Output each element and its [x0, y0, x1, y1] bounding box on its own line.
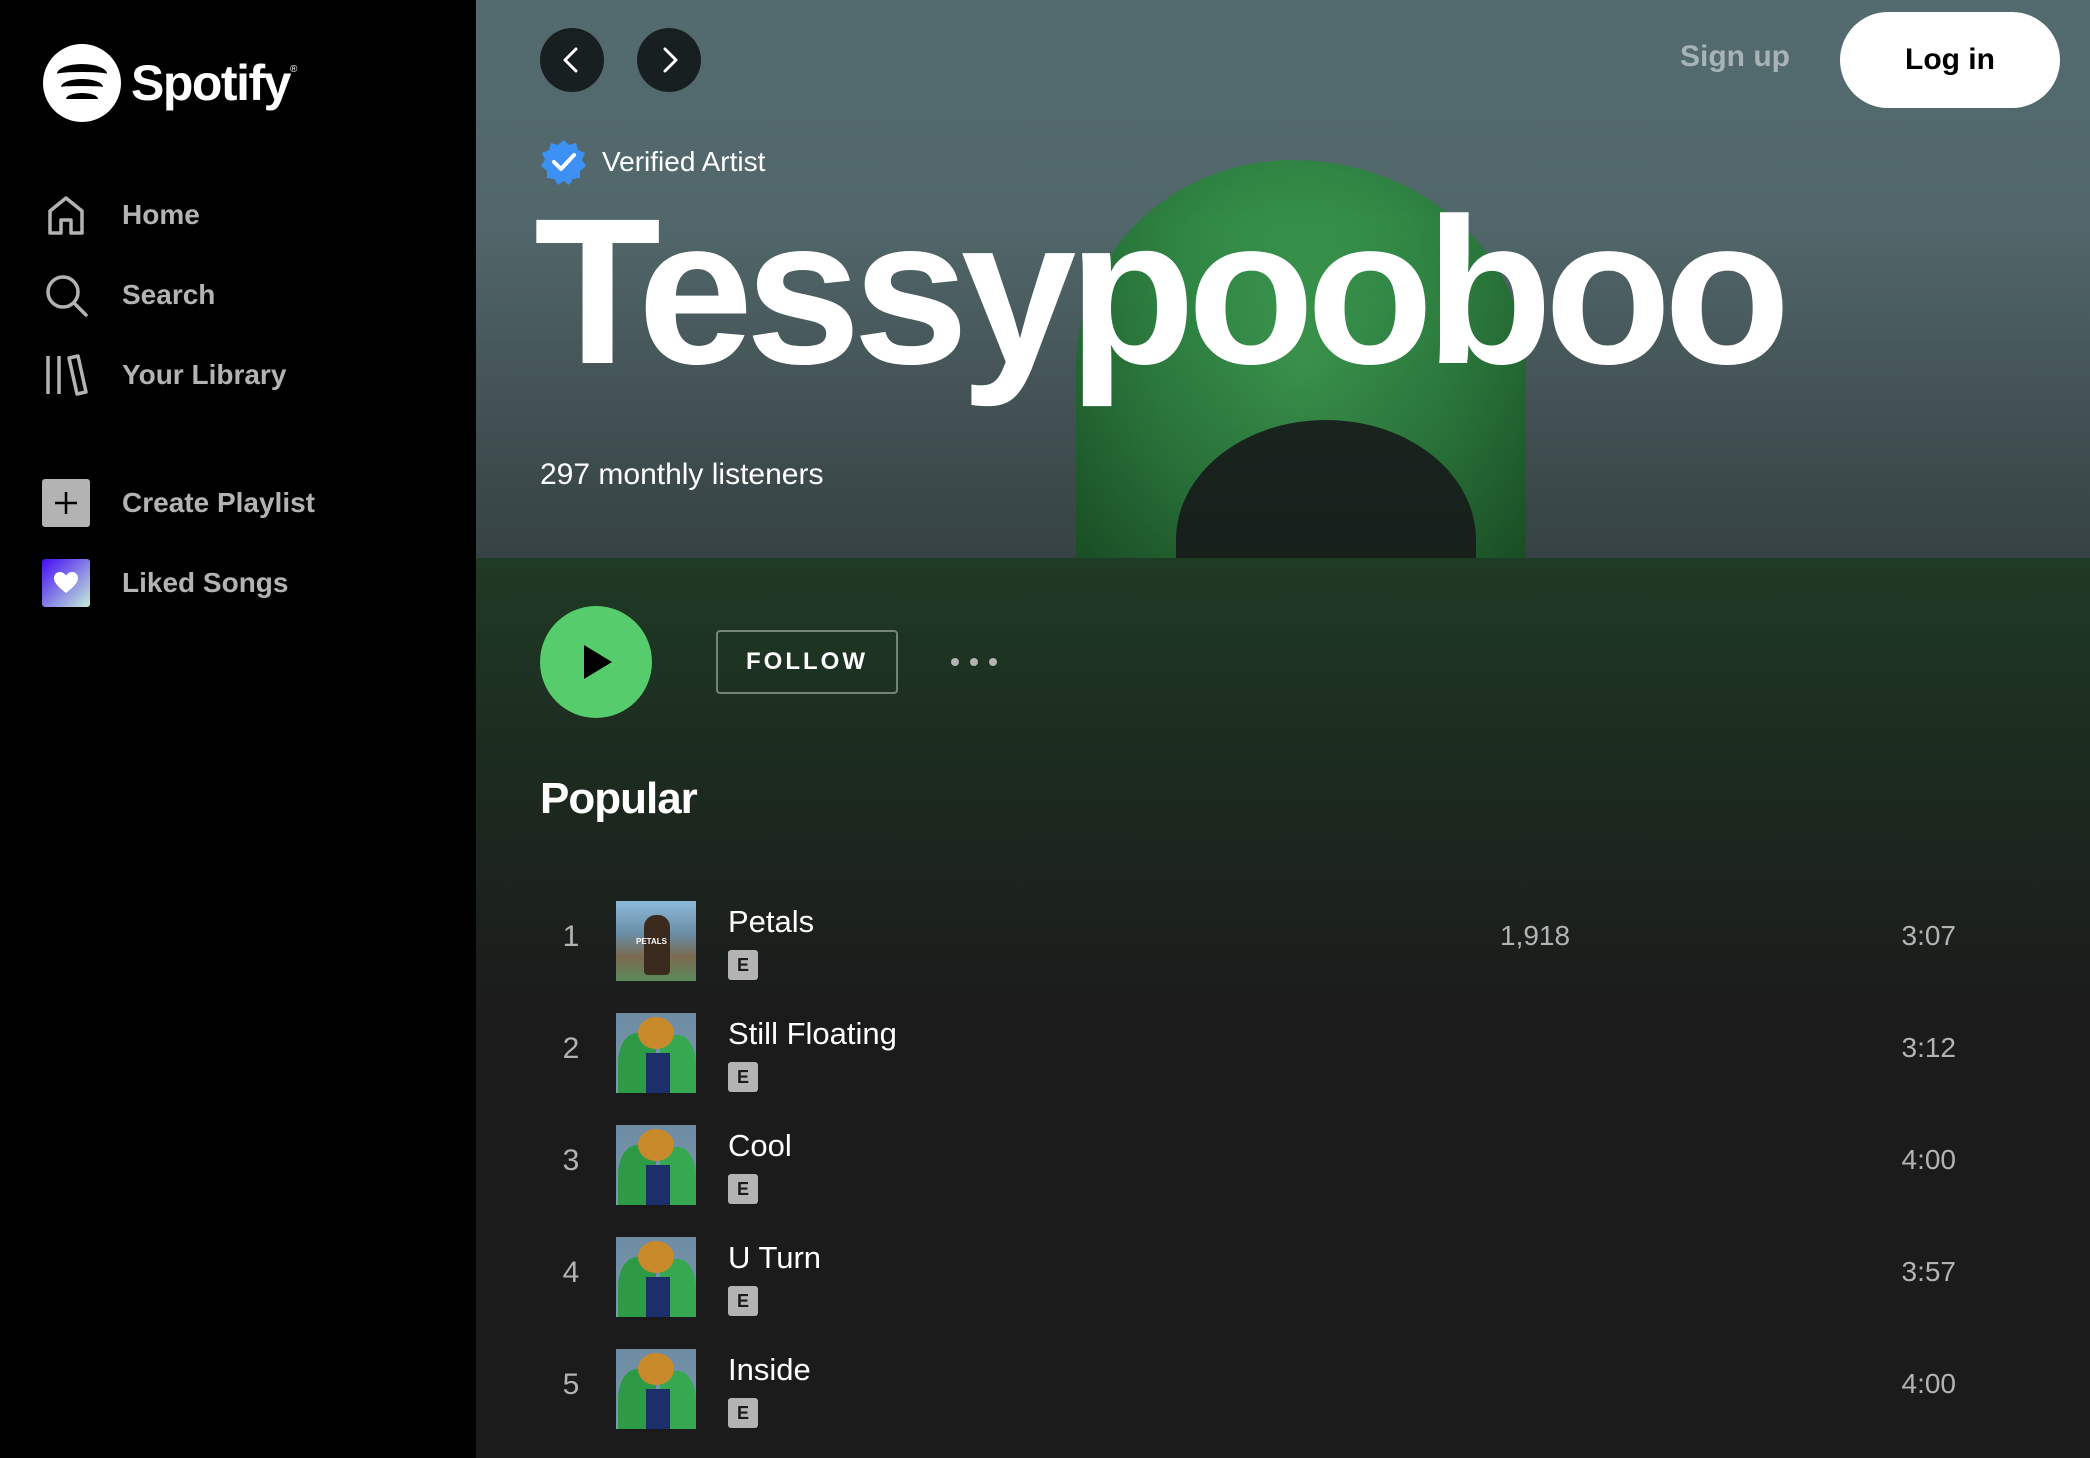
- track-row[interactable]: 4 U Turn E 3:57: [540, 1222, 1980, 1334]
- track-cover: [616, 1237, 696, 1317]
- liked-songs-button[interactable]: Liked Songs: [42, 553, 452, 613]
- main-content: Sign up Log in Verified Artist Tessypoob…: [476, 0, 2090, 1458]
- cover-art-still-floating: [616, 1013, 696, 1093]
- cover-art-cool: [616, 1125, 696, 1205]
- track-duration: 4:00: [1901, 1144, 1957, 1175]
- artist-name: Tessypooboo: [534, 176, 1791, 408]
- track-duration: 4:00: [1901, 1368, 1957, 1399]
- nav-item-home[interactable]: Home: [42, 185, 452, 245]
- explicit-badge: E: [728, 1174, 758, 1204]
- cover-shape: [638, 1241, 674, 1273]
- track-row[interactable]: 2 Still Floating E 3:12: [540, 998, 1980, 1110]
- logo-wordmark: Spotify®: [131, 55, 297, 111]
- track-row[interactable]: 1 PETALS Petals E 1,918 3:07: [540, 886, 1980, 998]
- spotify-logo[interactable]: Spotify®: [43, 44, 297, 122]
- action-bar: FOLLOW: [540, 606, 1340, 718]
- cover-shape: [638, 1129, 674, 1161]
- explicit-badge: E: [728, 1286, 758, 1316]
- nav-label-search: Search: [122, 279, 216, 310]
- more-dot-icon: [951, 658, 959, 666]
- search-icon: [46, 275, 88, 317]
- track-number: 1: [562, 920, 580, 953]
- track-row[interactable]: 3 Cool E 4:00: [540, 1110, 1980, 1222]
- monthly-listeners: 297 monthly listeners: [540, 458, 824, 491]
- cover-shape: [646, 1053, 670, 1093]
- forward-button[interactable]: [637, 28, 701, 92]
- follow-button[interactable]: FOLLOW: [716, 630, 898, 694]
- sidebar: Spotify® Home Search Your Library Create…: [0, 0, 476, 1458]
- track-title: U Turn: [728, 1240, 822, 1275]
- cover-text: PETALS: [636, 937, 667, 946]
- more-dot-icon: [970, 658, 978, 666]
- track-duration: 3:12: [1901, 1032, 1957, 1063]
- playlist-actions: Create Playlist Liked Songs: [42, 473, 452, 633]
- cover-shape: [646, 1165, 670, 1205]
- track-number: 3: [562, 1144, 580, 1177]
- plus-icon: [42, 479, 90, 527]
- liked-songs-label: Liked Songs: [122, 567, 289, 598]
- more-options-button[interactable]: [944, 642, 1004, 682]
- popular-heading: Popular: [540, 774, 698, 823]
- track-plays: 1,918: [1500, 920, 1571, 951]
- track-title: Still Floating: [728, 1016, 897, 1051]
- track-number: 4: [562, 1256, 580, 1289]
- create-playlist-label: Create Playlist: [122, 487, 315, 518]
- explicit-badge: E: [728, 1062, 758, 1092]
- library-icon: [46, 354, 88, 396]
- cover-shape: [638, 1353, 674, 1385]
- track-cover: [616, 1013, 696, 1093]
- verified-label: Verified Artist: [602, 146, 766, 177]
- track-cover: [616, 1125, 696, 1205]
- cover-art-inside: [616, 1349, 696, 1429]
- track-cover: PETALS: [616, 901, 696, 981]
- cover-shape: [646, 1389, 670, 1429]
- main-nav: Home Search Your Library: [42, 185, 452, 425]
- top-bar: Sign up Log in: [540, 12, 2060, 124]
- track-cover: [616, 1349, 696, 1429]
- cover-art-u-turn: [616, 1237, 696, 1317]
- nav-label-home: Home: [122, 199, 200, 230]
- nav-item-library[interactable]: Your Library: [42, 345, 452, 405]
- explicit-badge: E: [728, 1398, 758, 1428]
- track-duration: 3:57: [1901, 1256, 1957, 1287]
- chevron-left-icon: [563, 47, 578, 73]
- track-number: 2: [562, 1032, 580, 1065]
- back-button[interactable]: [540, 28, 604, 92]
- play-button[interactable]: [540, 606, 652, 718]
- track-number: 5: [562, 1368, 580, 1401]
- create-playlist-button[interactable]: Create Playlist: [42, 473, 452, 533]
- nav-item-search[interactable]: Search: [42, 265, 452, 325]
- app: Spotify® Home Search Your Library Create…: [0, 0, 2090, 1458]
- home-icon: [48, 196, 84, 235]
- spotify-logo-icon: [43, 44, 121, 122]
- log-in-button[interactable]: Log in: [1840, 12, 2060, 108]
- more-dot-icon: [989, 658, 997, 666]
- play-icon: [584, 645, 612, 679]
- track-title: Petals: [728, 904, 815, 939]
- track-row[interactable]: 5 Inside E 4:00: [540, 1334, 1980, 1446]
- cover-shape: [638, 1017, 674, 1049]
- popular-track-list: 1 PETALS Petals E 1,918 3:07 2 Still Flo…: [540, 886, 1980, 1446]
- explicit-badge: E: [728, 950, 758, 980]
- cover-art-petals: PETALS: [616, 901, 696, 981]
- track-title: Cool: [728, 1128, 792, 1163]
- heart-icon: [42, 559, 90, 607]
- track-duration: 3:07: [1901, 920, 1957, 951]
- nav-label-library: Your Library: [122, 359, 287, 390]
- track-title: Inside: [728, 1352, 811, 1387]
- cover-shape: [646, 1277, 670, 1317]
- sign-up-button[interactable]: Sign up: [1680, 40, 1790, 74]
- chevron-right-icon: [663, 47, 678, 73]
